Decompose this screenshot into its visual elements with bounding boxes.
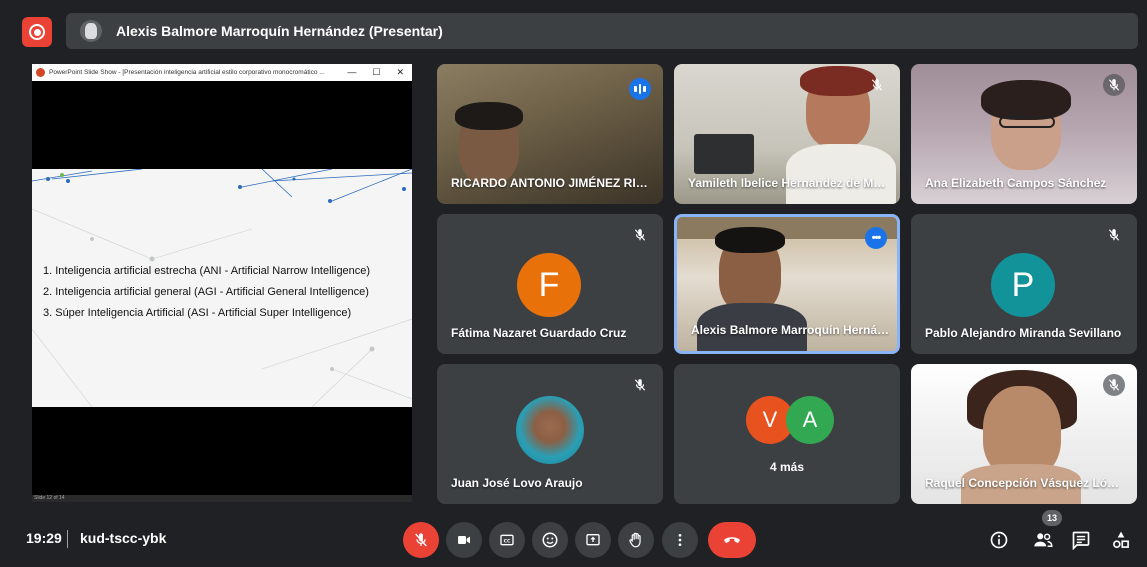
participant-count-badge: 13 bbox=[1042, 510, 1062, 526]
participant-name: Raquel Concepción Vásquez López bbox=[925, 476, 1125, 490]
camera-icon bbox=[458, 536, 470, 544]
chat-icon bbox=[1072, 531, 1090, 550]
slide-item-3: 3. Súper Inteligencia Artificial (ASI - … bbox=[43, 307, 352, 319]
mic-off-icon bbox=[1103, 374, 1125, 396]
participant-tile[interactable]: Ana Elizabeth Campos Sánchez bbox=[911, 64, 1137, 204]
participant-name: Ana Elizabeth Campos Sánchez bbox=[925, 176, 1107, 190]
window-title: PowerPoint Slide Show - [Presentación in… bbox=[49, 69, 325, 76]
hand-icon bbox=[629, 532, 641, 548]
hangup-icon bbox=[724, 537, 740, 543]
participant-name: Alexis Balmore Marroquín Hernán... bbox=[691, 323, 891, 337]
meeting-time: 19:29 bbox=[26, 530, 62, 546]
more-participants-label: 4 más bbox=[769, 460, 805, 474]
mic-toggle-button[interactable] bbox=[403, 522, 439, 558]
divider bbox=[67, 530, 68, 548]
people-icon bbox=[1034, 533, 1053, 547]
window-titlebar: PowerPoint Slide Show - [Presentación in… bbox=[32, 64, 412, 81]
participant-name: Fátima Nazaret Guardado Cruz bbox=[451, 326, 627, 340]
mic-off-icon bbox=[866, 74, 888, 96]
emoji-icon bbox=[542, 532, 558, 548]
more-options-button[interactable] bbox=[662, 522, 698, 558]
minimize-icon[interactable]: — bbox=[347, 67, 356, 78]
more-options-icon[interactable]: ••• bbox=[865, 227, 887, 249]
mic-off-icon bbox=[415, 533, 427, 547]
presenter-avatar bbox=[80, 20, 102, 42]
participant-name: RICARDO ANTONIO JIMÉNEZ RIVAS bbox=[451, 176, 651, 190]
camera-toggle-button[interactable] bbox=[446, 522, 482, 558]
speaking-indicator-icon bbox=[629, 78, 651, 100]
presenter-label: Alexis Balmore Marroquín Hernández (Pres… bbox=[116, 23, 443, 39]
participant-tile[interactable]: Yamileth Ibelice Hernandez de Ma... bbox=[674, 64, 900, 204]
participant-name: Yamileth Ibelice Hernandez de Ma... bbox=[688, 176, 888, 190]
slide-item-2: 2. Inteligencia artificial general (AGI … bbox=[43, 286, 369, 298]
participant-tile[interactable]: P Pablo Alejandro Miranda Sevillano bbox=[911, 214, 1137, 354]
captions-button[interactable]: CC bbox=[489, 522, 525, 558]
participant-tile[interactable]: Juan José Lovo Araujo bbox=[437, 364, 663, 504]
reactions-button[interactable] bbox=[532, 522, 568, 558]
activities-icon bbox=[1113, 531, 1129, 548]
maximize-icon[interactable]: ☐ bbox=[372, 67, 380, 78]
avatar bbox=[516, 396, 584, 464]
mic-off-icon bbox=[629, 224, 651, 246]
participant-tile-active[interactable]: ••• Alexis Balmore Marroquín Hernán... bbox=[674, 214, 900, 354]
more-vert-icon bbox=[678, 534, 682, 546]
presenter-bar: Alexis Balmore Marroquín Hernández (Pres… bbox=[66, 13, 1138, 49]
meeting-details-button[interactable] bbox=[985, 526, 1013, 554]
participant-name: Pablo Alejandro Miranda Sevillano bbox=[925, 326, 1122, 340]
avatar: F bbox=[517, 253, 581, 317]
mic-off-icon bbox=[1103, 74, 1125, 96]
slide-item-1: 1. Inteligencia artificial estrecha (ANI… bbox=[43, 265, 371, 277]
present-screen-button[interactable] bbox=[575, 522, 611, 558]
participant-tile[interactable]: RICARDO ANTONIO JIMÉNEZ RIVAS bbox=[437, 64, 663, 204]
slide-status: Slide 12 of 14 bbox=[32, 495, 412, 502]
avatar: P bbox=[991, 253, 1055, 317]
chat-button[interactable] bbox=[1067, 526, 1095, 554]
more-participants-tile[interactable]: V A 4 más bbox=[674, 364, 900, 504]
svg-text:CC: CC bbox=[504, 538, 511, 544]
participant-tile[interactable]: Raquel Concepción Vásquez López bbox=[911, 364, 1137, 504]
mic-off-icon bbox=[1103, 224, 1125, 246]
recording-indicator[interactable] bbox=[22, 17, 52, 47]
raise-hand-button[interactable] bbox=[618, 522, 654, 558]
present-icon bbox=[586, 534, 600, 546]
meeting-code: kud-tscc-ybk bbox=[80, 530, 167, 546]
record-icon bbox=[29, 24, 45, 40]
mic-off-icon bbox=[629, 374, 651, 396]
captions-icon: CC bbox=[500, 534, 514, 546]
slide: 1. Inteligencia artificial estrecha (ANI… bbox=[32, 169, 412, 407]
close-icon[interactable]: ✕ bbox=[396, 67, 404, 78]
participant-name: Juan José Lovo Araujo bbox=[451, 476, 583, 490]
people-button[interactable] bbox=[1029, 526, 1057, 554]
activities-button[interactable] bbox=[1107, 526, 1135, 554]
info-icon bbox=[990, 531, 1008, 549]
shared-screen: PowerPoint Slide Show - [Presentación in… bbox=[32, 64, 412, 502]
leave-call-button[interactable] bbox=[708, 522, 756, 558]
powerpoint-icon bbox=[36, 68, 45, 77]
avatar: A bbox=[786, 396, 834, 444]
participant-tile[interactable]: F Fátima Nazaret Guardado Cruz bbox=[437, 214, 663, 354]
